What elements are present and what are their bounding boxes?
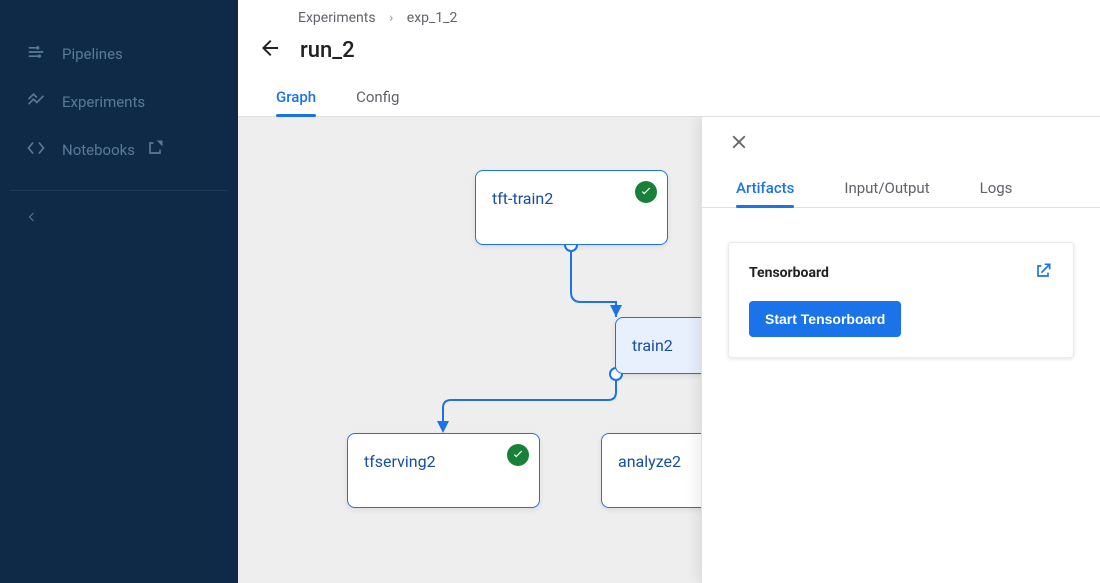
node-label: tfserving2 [364, 452, 436, 471]
sidebar-item-label: Notebooks [62, 141, 135, 159]
sidebar-item-label: Pipelines [62, 45, 123, 63]
node-label: analyze2 [618, 452, 681, 471]
breadcrumb-item[interactable]: exp_1_2 [407, 10, 458, 26]
close-icon [728, 138, 750, 157]
node-tft-train2[interactable]: tft-train2 [475, 170, 668, 245]
panel-tab-input-output[interactable]: Input/Output [844, 171, 929, 207]
node-label: tft-train2 [492, 189, 553, 208]
title-row: run_2 [238, 30, 1100, 80]
node-tfserving2[interactable]: tfserving2 [347, 433, 540, 508]
panel-tab-logs[interactable]: Logs [980, 171, 1013, 207]
sidebar-item-label: Experiments [62, 93, 145, 111]
pipelines-icon [26, 42, 46, 66]
success-icon [635, 181, 657, 203]
sidebar-item-pipelines[interactable]: Pipelines [0, 30, 238, 78]
tab-config[interactable]: Config [356, 80, 399, 116]
sidebar: Pipelines Experiments Notebooks [0, 0, 238, 583]
node-train2[interactable]: train2 [615, 317, 715, 374]
notebooks-icon [26, 138, 46, 162]
main-tabs: Graph Config [238, 80, 1100, 117]
details-panel: Artifacts Input/Output Logs Tensorboard … [701, 117, 1100, 583]
experiments-icon [26, 90, 46, 114]
divider [10, 190, 228, 191]
back-button[interactable] [258, 36, 282, 64]
start-tensorboard-button[interactable]: Start Tensorboard [749, 301, 901, 337]
breadcrumb-item[interactable]: Experiments [298, 10, 376, 26]
panel-close-button[interactable] [702, 117, 1100, 161]
external-link-icon [145, 138, 165, 162]
open-external-button[interactable] [1033, 261, 1053, 285]
tab-graph[interactable]: Graph [276, 80, 316, 116]
chevron-right-icon: › [389, 10, 393, 26]
sidebar-collapse[interactable] [0, 201, 238, 237]
page-title: run_2 [300, 38, 355, 63]
breadcrumb: Experiments › exp_1_2 [238, 0, 1100, 30]
chevron-left-icon [26, 211, 38, 227]
panel-tabs: Artifacts Input/Output Logs [702, 161, 1100, 208]
node-label: train2 [632, 336, 673, 355]
graph-canvas[interactable]: tft-train2 train2 tfserving2 analyze2 [238, 117, 1100, 583]
card-title: Tensorboard [749, 265, 829, 281]
sidebar-item-experiments[interactable]: Experiments [0, 78, 238, 126]
artifact-card-tensorboard: Tensorboard Start Tensorboard [728, 242, 1074, 358]
sidebar-item-notebooks[interactable]: Notebooks [0, 126, 238, 174]
panel-tab-artifacts[interactable]: Artifacts [736, 171, 794, 207]
success-icon [507, 444, 529, 466]
main: Experiments › exp_1_2 run_2 Graph Config [238, 0, 1100, 583]
panel-body: Tensorboard Start Tensorboard [702, 208, 1100, 392]
